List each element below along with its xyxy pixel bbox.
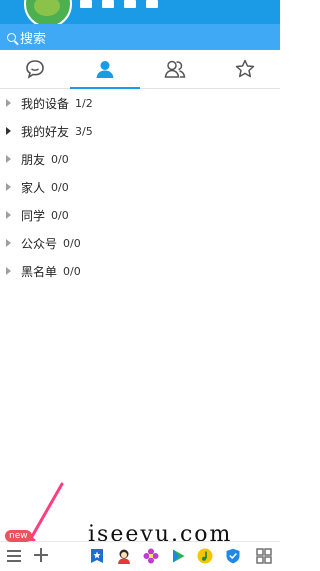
tab-favorites[interactable] [210,50,280,88]
group-row-blacklist[interactable]: 黑名单 0/0 [0,257,280,285]
group-name: 公众号 [21,236,58,251]
header-status-icons [80,0,158,12]
video-play-icon[interactable] [170,548,186,564]
search-placeholder: 搜索 [20,31,47,47]
avatar-app-icon[interactable] [116,548,132,564]
new-badge: new [5,530,32,542]
favorites-icon[interactable] [89,548,105,564]
tab-messages[interactable] [0,50,70,88]
collapsed-arrow-icon[interactable] [6,99,11,107]
status-icon-1[interactable] [80,0,92,8]
security-shield-icon[interactable] [225,548,241,564]
group-name: 我的好友 [21,124,70,139]
collapsed-arrow-icon[interactable] [6,155,11,163]
group-name: 朋友 [21,152,46,167]
status-icon-3[interactable] [124,0,136,8]
group-count: 0/0 [51,152,69,166]
search-bar[interactable]: 搜索 [0,24,280,50]
contacts-person-icon [96,61,114,78]
group-count: 1/2 [75,96,93,110]
add-icon[interactable] [34,548,48,562]
collapsed-arrow-icon[interactable] [6,211,11,219]
group-row-official-accounts[interactable]: 公众号 0/0 [0,229,280,257]
group-count: 3/5 [75,124,93,138]
main-tabs [0,50,280,89]
group-count: 0/0 [63,236,81,250]
collapsed-arrow-icon[interactable] [6,267,11,275]
group-count: 0/0 [63,264,81,278]
group-row-friends[interactable]: 朋友 0/0 [0,145,280,173]
group-row-classmates[interactable]: 同学 0/0 [0,201,280,229]
main-menu-icon[interactable] [7,550,21,562]
group-row-my-friends[interactable]: 我的好友 3/5 [0,117,280,145]
bottom-toolbar: new [0,530,280,571]
group-count: 0/0 [51,180,69,194]
collapsed-arrow-icon[interactable] [6,183,11,191]
profile-header [0,0,280,28]
groups-icon [164,60,186,78]
group-name: 同学 [21,208,46,223]
group-name: 黑名单 [21,264,58,279]
group-count: 0/0 [51,208,69,222]
flower-icon[interactable] [143,548,159,564]
contact-group-list: 我的设备 1/2 我的好友 3/5 朋友 0/0 家人 0/0 同学 0/0 公… [0,89,280,285]
music-icon[interactable] [197,548,213,564]
group-name: 我的设备 [21,96,70,111]
status-icon-2[interactable] [102,0,114,8]
chat-bubble-icon [26,60,44,79]
search-icon [7,32,16,42]
collapsed-arrow-icon[interactable] [6,127,11,135]
collapsed-arrow-icon[interactable] [6,239,11,247]
status-icon-4[interactable] [146,0,158,8]
tab-contacts[interactable] [70,50,140,89]
star-icon [235,59,255,78]
annotation-arrow-icon [25,482,64,548]
grid-apps-icon[interactable] [256,548,272,564]
tab-groups[interactable] [140,50,210,88]
group-row-family[interactable]: 家人 0/0 [0,173,280,201]
group-name: 家人 [21,180,46,195]
group-row-my-devices[interactable]: 我的设备 1/2 [0,89,280,117]
